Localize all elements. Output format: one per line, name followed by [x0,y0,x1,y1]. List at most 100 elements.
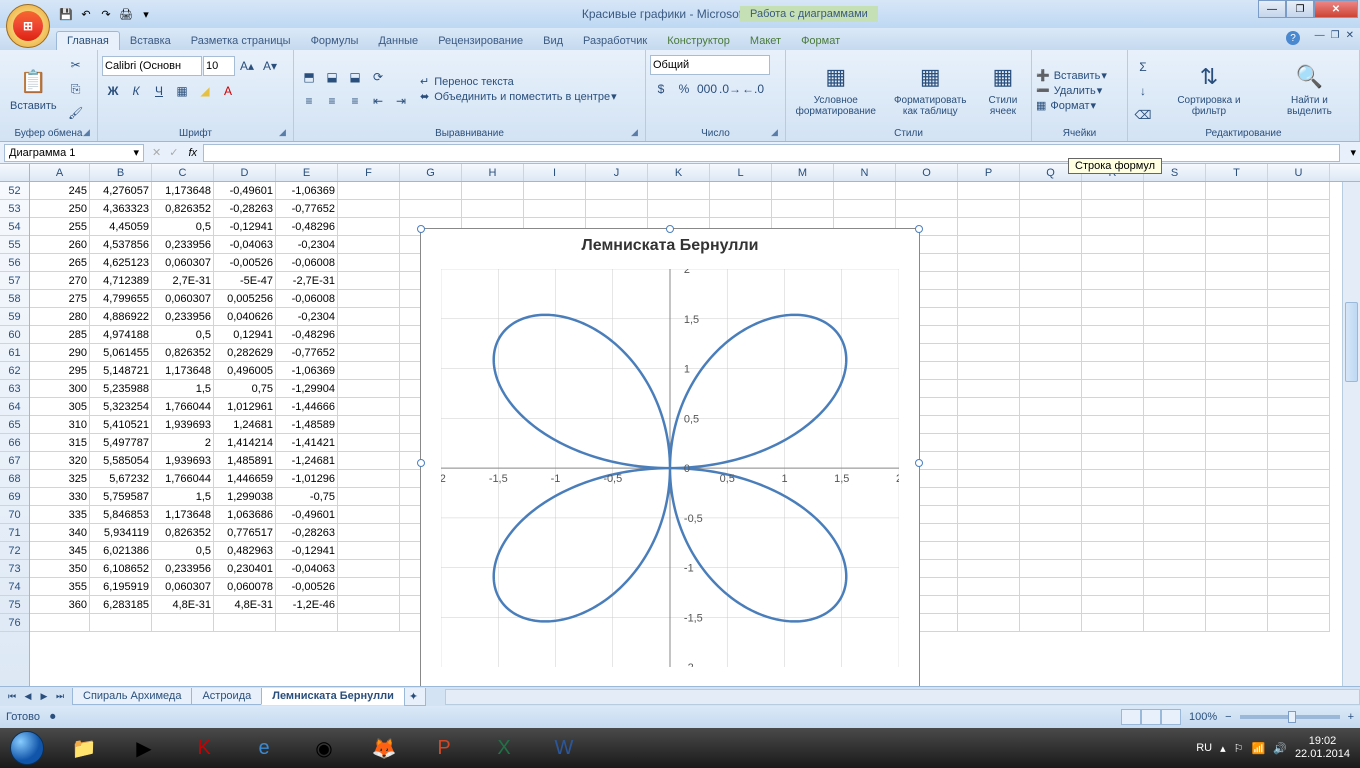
cell[interactable]: 1,939693 [152,416,214,434]
cell[interactable] [1206,200,1268,218]
insert-sheet-tab-icon[interactable]: ✦ [404,688,426,706]
cell[interactable]: 290 [30,344,90,362]
cell[interactable] [1206,344,1268,362]
cell[interactable] [1020,542,1082,560]
cell[interactable]: -0,12941 [214,218,276,236]
cell[interactable] [1206,236,1268,254]
taskbar-powerpoint[interactable]: P [414,729,474,767]
cell[interactable]: -0,75 [276,488,338,506]
column-header-U[interactable]: U [1268,164,1330,181]
cell[interactable]: 4,799655 [90,290,152,308]
cell[interactable] [1206,290,1268,308]
cell[interactable] [958,542,1020,560]
row-header[interactable]: 55 [0,236,29,254]
cell[interactable] [1206,506,1268,524]
cell[interactable] [1020,470,1082,488]
qat-redo-icon[interactable]: ↷ [98,6,114,22]
cell[interactable] [1020,452,1082,470]
align-middle-icon[interactable]: ⬓ [321,66,343,88]
cell[interactable] [338,596,400,614]
cell[interactable] [1206,416,1268,434]
cell[interactable]: 1,063686 [214,506,276,524]
cell[interactable] [958,578,1020,596]
cell[interactable]: -0,49601 [276,506,338,524]
cell[interactable] [1082,560,1144,578]
cell[interactable] [1020,380,1082,398]
increase-decimal-icon[interactable]: .0→ [719,78,741,100]
cell[interactable]: 1,173648 [152,182,214,200]
cell[interactable] [1206,398,1268,416]
zoom-slider[interactable] [1240,715,1340,719]
cell[interactable] [1268,254,1330,272]
clear-icon[interactable]: ⌫ [1132,104,1154,126]
cell[interactable] [1144,416,1206,434]
column-header-N[interactable]: N [834,164,896,181]
cell[interactable] [958,254,1020,272]
align-left-icon[interactable]: ≡ [298,90,320,112]
tab-nav-next-icon[interactable]: ▶ [36,689,52,705]
cell[interactable]: -0,00526 [276,578,338,596]
wrap-text-button[interactable]: ↵ Перенос текста [420,75,617,88]
cell[interactable] [1268,308,1330,326]
cell[interactable] [1268,326,1330,344]
cell[interactable]: 5,67232 [90,470,152,488]
autosum-icon[interactable]: Σ [1132,56,1154,78]
tab-page-layout[interactable]: Разметка страницы [181,32,301,50]
cell[interactable] [1144,344,1206,362]
cell[interactable] [1082,218,1144,236]
cell[interactable] [1082,380,1144,398]
cell[interactable] [648,200,710,218]
cell[interactable] [1268,524,1330,542]
tab-insert[interactable]: Вставка [120,32,181,50]
cell-styles-button[interactable]: ▦ Стили ячеек [979,52,1027,126]
cell[interactable] [338,290,400,308]
cell[interactable]: 6,195919 [90,578,152,596]
row-header[interactable]: 68 [0,470,29,488]
cell[interactable]: -1,01296 [276,470,338,488]
cell[interactable]: 0,005256 [214,290,276,308]
office-button[interactable]: ⊞ [6,4,50,48]
insert-cells-button[interactable]: ➕Вставить▾ [1036,69,1107,82]
cell[interactable]: 255 [30,218,90,236]
cell[interactable]: 0,060307 [152,254,214,272]
cell[interactable]: 285 [30,326,90,344]
row-header[interactable]: 74 [0,578,29,596]
cell[interactable]: 1,446659 [214,470,276,488]
cell[interactable] [1082,398,1144,416]
cell[interactable] [1020,596,1082,614]
paste-button[interactable]: 📋 Вставить [4,52,63,126]
cell[interactable] [1020,182,1082,200]
cell[interactable]: 4,537856 [90,236,152,254]
cell[interactable] [958,218,1020,236]
cell[interactable]: 0,482963 [214,542,276,560]
row-header[interactable]: 59 [0,308,29,326]
chart-resize-handle-w[interactable] [417,459,425,467]
cell[interactable] [1268,380,1330,398]
cell[interactable] [1268,614,1330,632]
taskbar-word[interactable]: W [534,729,594,767]
cell[interactable] [1082,308,1144,326]
cell[interactable] [1144,524,1206,542]
tab-chart-design[interactable]: Конструктор [657,32,740,50]
cell[interactable] [710,200,772,218]
cell[interactable] [1268,200,1330,218]
cell[interactable] [338,326,400,344]
cell[interactable]: -1,44666 [276,398,338,416]
cell[interactable]: 0,5 [152,326,214,344]
column-header-G[interactable]: G [400,164,462,181]
cell[interactable] [1020,506,1082,524]
cell[interactable] [958,434,1020,452]
taskbar-ie[interactable]: e [234,729,294,767]
cell[interactable]: 4,276057 [90,182,152,200]
zoom-in-icon[interactable]: + [1348,711,1354,723]
cell[interactable] [1020,236,1082,254]
cell[interactable] [958,524,1020,542]
cell[interactable] [338,542,400,560]
cell[interactable]: 245 [30,182,90,200]
tray-volume-icon[interactable]: 🔊 [1273,742,1287,755]
cell[interactable] [958,614,1020,632]
cell[interactable] [1020,344,1082,362]
row-header[interactable]: 64 [0,398,29,416]
cell[interactable] [338,200,400,218]
cell[interactable]: -5E-47 [214,272,276,290]
